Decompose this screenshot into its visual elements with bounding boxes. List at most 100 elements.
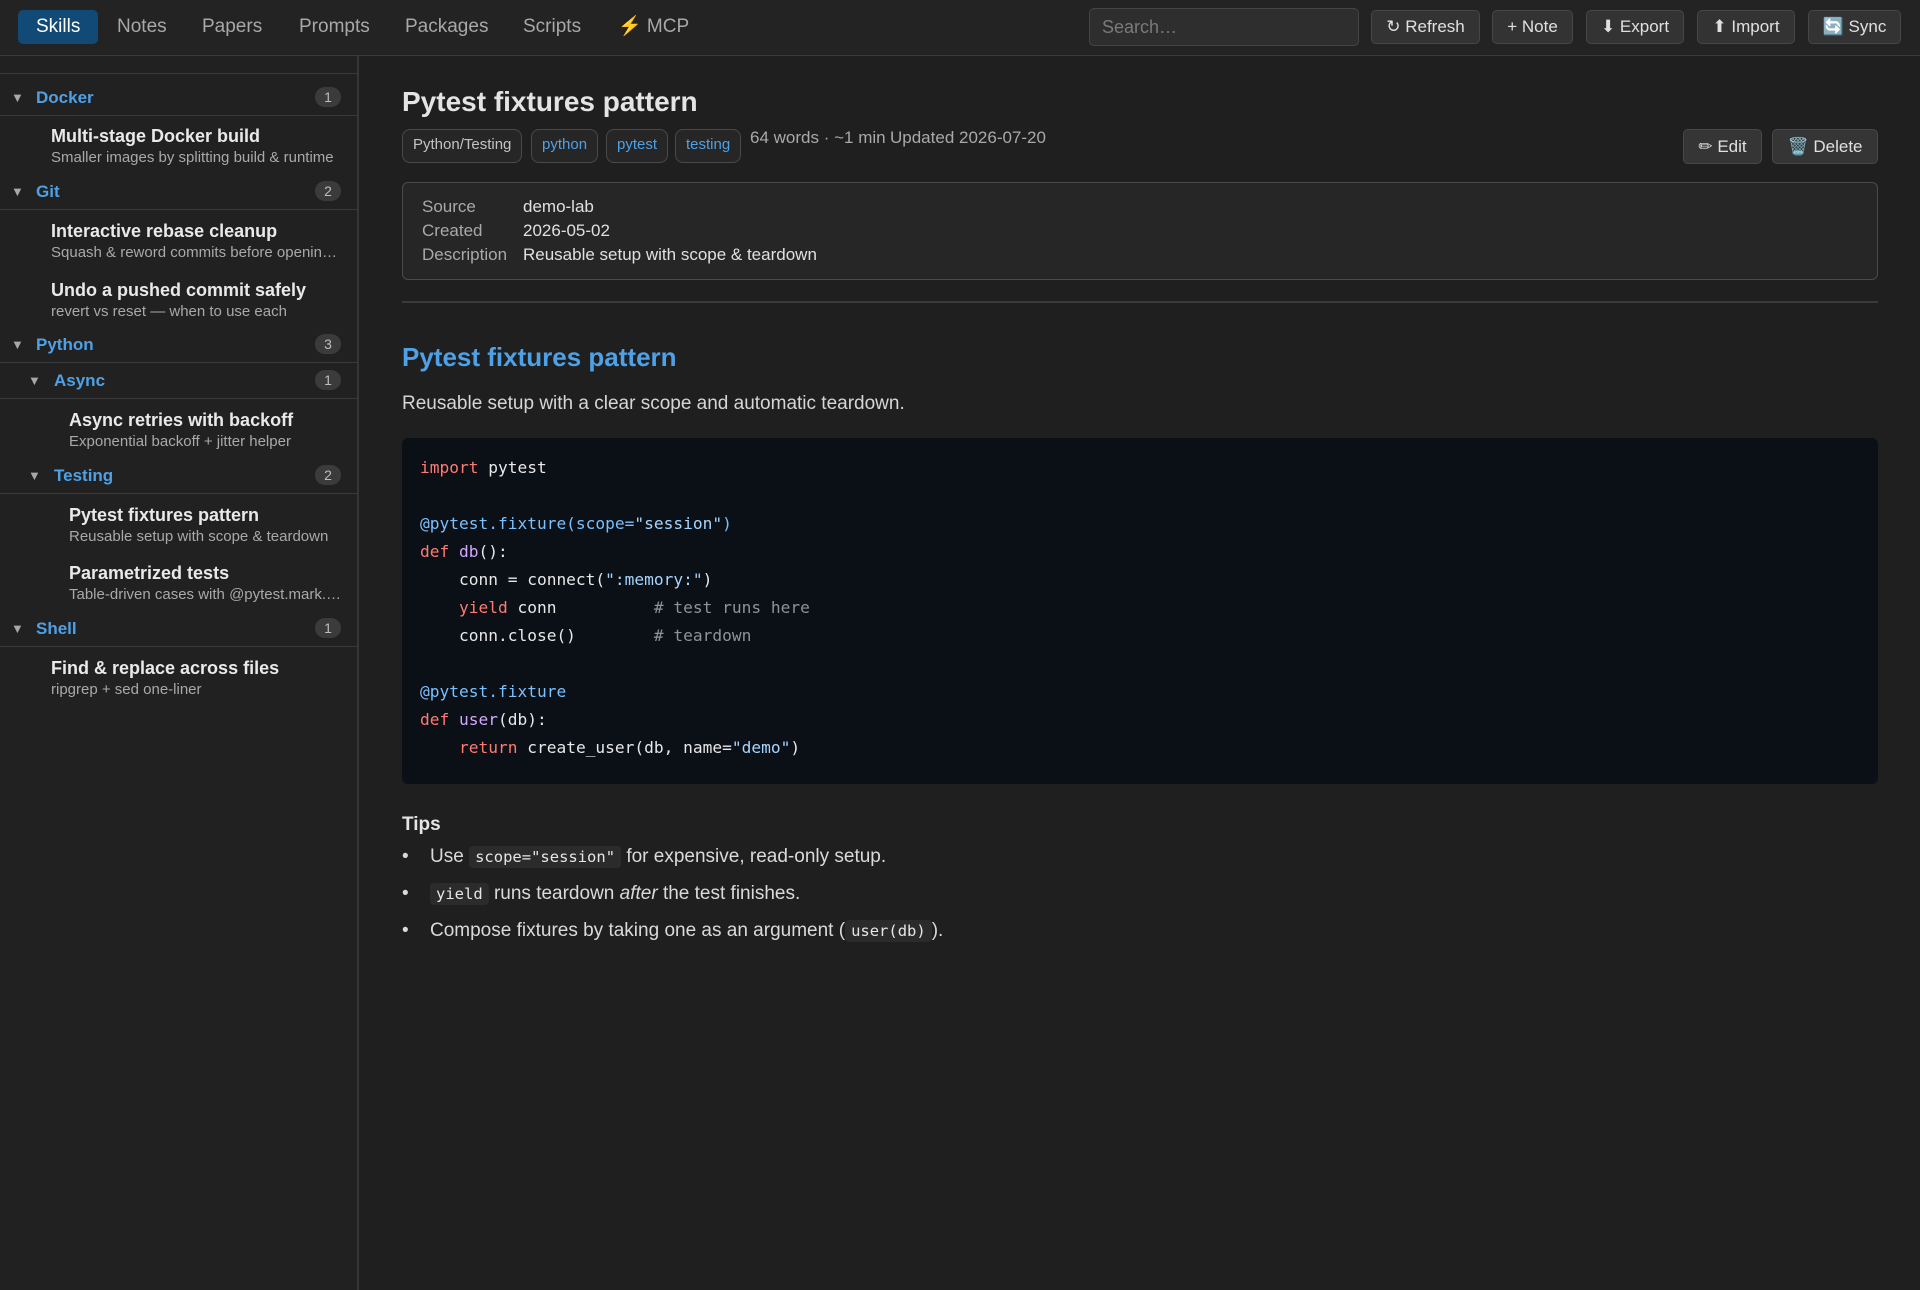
group-count-badge: 1 xyxy=(315,87,341,107)
code-line: return create_user(db, name="demo") xyxy=(420,738,801,757)
page-title: Pytest fixtures pattern xyxy=(402,86,698,117)
tag-chip-pytest[interactable]: pytest xyxy=(606,129,669,163)
tab-papers[interactable]: Papers xyxy=(180,10,284,44)
caret-down-icon: ▼ xyxy=(11,184,24,199)
item-title: Parametrized tests xyxy=(69,563,230,583)
tab-notes[interactable]: Notes xyxy=(95,10,189,44)
code-block[interactable]: import pytest @pytest.fixture(scope="ses… xyxy=(402,438,1878,784)
updated-date: Updated 2026-07-20 xyxy=(890,128,1046,147)
tab-scripts[interactable]: Scripts xyxy=(501,10,603,44)
tab-skills[interactable]: Skills xyxy=(18,10,99,44)
list-item-parametrized-tests[interactable]: Parametrized tests Table-driven cases wi… xyxy=(69,563,345,603)
group-name: Python xyxy=(36,335,94,354)
inline-code: user(db) xyxy=(845,920,932,942)
word-count-readtime: 64 words · ~1 min xyxy=(750,128,886,147)
section-divider xyxy=(402,301,1878,303)
caret-down-icon: ▼ xyxy=(11,337,24,352)
tip-item: • yield runs teardown after the test fini… xyxy=(402,883,801,905)
caret-down-icon: ▼ xyxy=(11,90,24,105)
list-item-rebase[interactable]: Interactive rebase cleanup Squash & rewo… xyxy=(51,221,345,261)
add-note-button[interactable]: + Note xyxy=(1492,10,1573,44)
code-line: import pytest xyxy=(420,458,547,477)
group-name: Docker xyxy=(36,88,94,107)
group-git[interactable]: ▼ Git 2 xyxy=(0,174,357,210)
item-subtitle: Squash & reword commits before opening a… xyxy=(51,244,345,261)
code-line: @pytest.fixture xyxy=(420,682,567,701)
tag-chip-testing[interactable]: testing xyxy=(675,129,742,163)
group-count-badge: 1 xyxy=(315,370,341,390)
code-line: conn.close() # teardown xyxy=(420,626,752,645)
tab-mcp[interactable]: ⚡ MCP xyxy=(596,10,711,44)
item-subtitle: Exponential backoff + jitter helper xyxy=(69,433,291,450)
group-name: Testing xyxy=(54,466,114,485)
code-line: def db(): xyxy=(420,542,508,561)
group-docker[interactable]: ▼ Docker 1 xyxy=(0,80,357,116)
list-item-find-replace[interactable]: Find & replace across files ripgrep + se… xyxy=(51,658,345,698)
bullet-icon: • xyxy=(402,883,409,904)
group-count-badge: 3 xyxy=(315,334,341,354)
skills-sidebar: ▼ Docker 1 Multi-stage Docker build Smal… xyxy=(0,56,359,1290)
bullet-icon: • xyxy=(402,846,409,867)
item-title: Pytest fixtures pattern xyxy=(69,505,260,525)
caret-down-icon: ▼ xyxy=(11,621,24,636)
doc-intro: Reusable setup with a clear scope and au… xyxy=(402,393,905,414)
group-count-badge: 2 xyxy=(315,181,341,201)
refresh-button[interactable]: ↻ Refresh xyxy=(1371,10,1480,44)
group-async[interactable]: ▼ Async 1 xyxy=(0,363,357,399)
list-item-async-retries[interactable]: Async retries with backoff Exponential b… xyxy=(69,410,345,450)
category-chip[interactable]: Python/Testing xyxy=(402,129,523,163)
group-name: Shell xyxy=(36,619,77,638)
item-subtitle: Smaller images by splitting build & runt… xyxy=(51,149,334,166)
tag-chip-python[interactable]: python xyxy=(531,129,599,163)
group-python[interactable]: ▼ Python 3 xyxy=(0,327,357,363)
item-title: Interactive rebase cleanup xyxy=(51,221,278,241)
item-subtitle: revert vs reset — when to use each xyxy=(51,303,287,320)
code-line: @pytest.fixture(scope="session") xyxy=(420,514,732,533)
group-name: Async xyxy=(54,371,106,390)
edit-button[interactable]: ✏ Edit xyxy=(1683,129,1762,164)
list-item-pytest-fixtures[interactable]: Pytest fixtures pattern Reusable setup w… xyxy=(69,505,345,545)
code-line: def user(db): xyxy=(420,710,547,729)
skill-detail-pane: Pytest fixtures pattern Python/Testing p… xyxy=(361,56,1920,1290)
tab-packages[interactable]: Packages xyxy=(383,10,510,44)
import-button[interactable]: ⬆ Import xyxy=(1697,10,1795,44)
sidebar-divider xyxy=(0,73,357,74)
source-value: demo-lab xyxy=(523,197,594,216)
source-label: Source xyxy=(422,197,476,216)
item-subtitle: ripgrep + sed one-liner xyxy=(51,681,202,698)
item-title: Multi-stage Docker build xyxy=(51,126,261,146)
code-line: conn = connect(":memory:") xyxy=(420,570,713,589)
created-label: Created xyxy=(422,221,483,240)
metadata-panel: Source demo-lab Created 2026-05-02 Descr… xyxy=(402,182,1878,280)
group-count-badge: 2 xyxy=(315,465,341,485)
tip-item: • Use scope="session" for expensive, read… xyxy=(402,846,887,868)
description-label: Description xyxy=(422,245,508,264)
tips-heading: Tips xyxy=(402,814,441,835)
group-shell[interactable]: ▼ Shell 1 xyxy=(0,611,357,647)
inline-code: yield xyxy=(430,883,489,905)
export-button[interactable]: ⬇ Export xyxy=(1586,10,1684,44)
description-value: Reusable setup with scope & teardown xyxy=(523,245,817,264)
item-title: Undo a pushed commit safely xyxy=(51,280,307,300)
sync-button[interactable]: 🔄 Sync xyxy=(1808,10,1901,44)
top-nav-bar: Skills Notes Papers Prompts Packages Scr… xyxy=(0,0,1920,56)
group-name: Git xyxy=(36,182,60,201)
list-item-docker-build[interactable]: Multi-stage Docker build Smaller images … xyxy=(51,126,345,166)
item-title: Find & replace across files xyxy=(51,658,280,678)
item-subtitle: Table-driven cases with @pytest.mark.par… xyxy=(69,586,345,603)
item-subtitle: Reusable setup with scope & teardown xyxy=(69,528,329,545)
inline-code: scope="session" xyxy=(469,846,622,868)
item-title: Async retries with backoff xyxy=(69,410,294,430)
caret-down-icon: ▼ xyxy=(28,373,41,388)
caret-down-icon: ▼ xyxy=(28,468,41,483)
list-item-undo-commit[interactable]: Undo a pushed commit safely revert vs re… xyxy=(51,280,345,320)
group-testing[interactable]: ▼ Testing 2 xyxy=(0,458,357,494)
created-value: 2026-05-02 xyxy=(523,221,610,240)
group-count-badge: 1 xyxy=(315,618,341,638)
code-line: yield conn # test runs here xyxy=(420,598,810,617)
tab-prompts[interactable]: Prompts xyxy=(277,10,392,44)
search-input[interactable] xyxy=(1089,8,1359,46)
delete-button[interactable]: 🗑️ Delete xyxy=(1772,129,1878,164)
bullet-icon: • xyxy=(402,920,409,941)
doc-heading: Pytest fixtures pattern xyxy=(402,342,677,372)
